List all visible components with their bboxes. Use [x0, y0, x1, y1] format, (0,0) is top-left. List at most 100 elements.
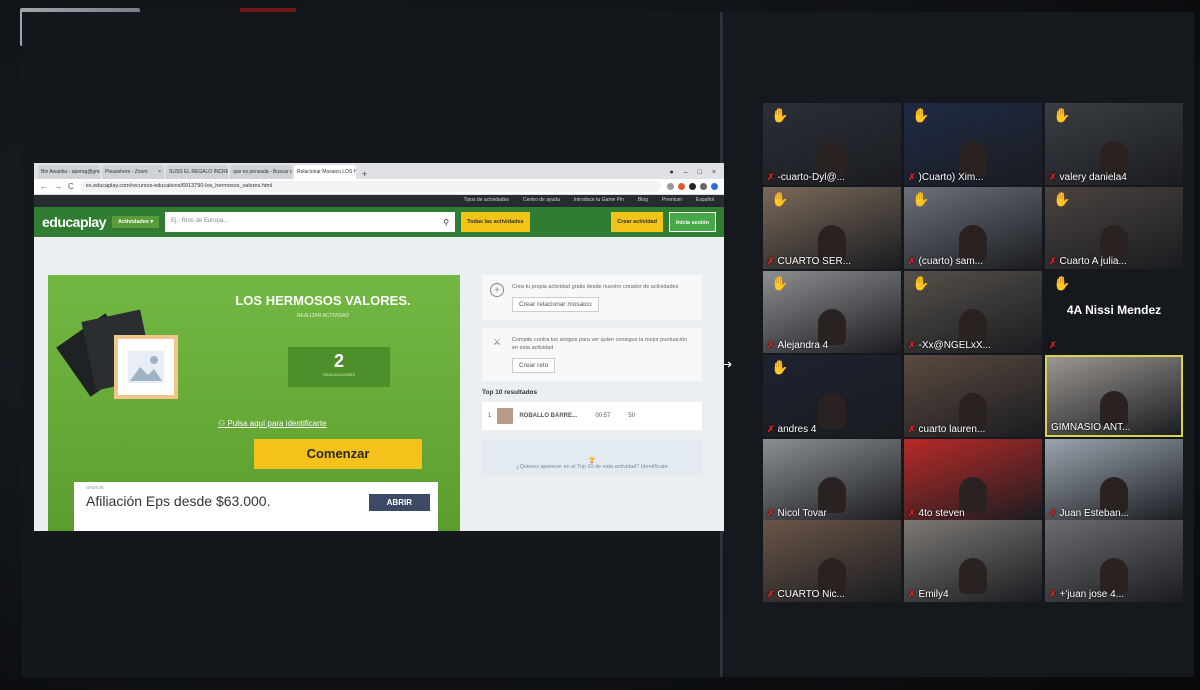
image-placeholder-icon: [114, 335, 178, 399]
participant-tile[interactable]: ✋ ✗ Cuarto A julia...: [1045, 187, 1183, 269]
participant-name: ✗ 4to steven: [908, 508, 965, 519]
search-icon[interactable]: ⚲: [443, 218, 449, 227]
participant-name: ✗ -Xx@NGELxX...: [908, 340, 991, 351]
participant-label: CUARTO SER...: [777, 256, 852, 267]
educaplay-top-nav: Tipos de actividades Centro de ayuda Int…: [34, 195, 724, 207]
participant-tile[interactable]: ✗ CUARTO Nic...: [763, 520, 901, 602]
nav-link[interactable]: Español: [696, 197, 714, 205]
challenge-card: ⚔ Compite contra tus amigos para ver qui…: [482, 328, 702, 381]
muted-mic-icon: ✗: [767, 256, 775, 266]
muted-mic-icon: ✗: [908, 589, 916, 599]
participant-label: +'juan jose 4...: [1059, 589, 1124, 600]
address-bar: ← → C es.educaplay.com/recursos-educativ…: [34, 179, 724, 195]
educaplay-logo[interactable]: educaplay: [42, 214, 106, 230]
participant-tile[interactable]: ✗ +'juan jose 4...: [1045, 520, 1183, 602]
extension-icon[interactable]: [689, 183, 696, 190]
nav-link[interactable]: Introduce tu Game Pin: [574, 197, 624, 205]
muted-mic-icon: ✗: [908, 256, 916, 266]
nav-link[interactable]: Premium: [662, 197, 682, 205]
nav-link[interactable]: Tipos de actividades: [463, 197, 508, 205]
participant-label: -Xx@NGELxX...: [918, 340, 991, 351]
muted-mic-icon: ✗: [908, 508, 916, 518]
menu-icon[interactable]: [700, 183, 707, 190]
plus-icon: +: [490, 283, 504, 297]
browser-tab[interactable]: SUSS EL REGALO INCREIBLE×: [166, 165, 228, 179]
browser-tab-active[interactable]: Relacionar Mosaico LOS HER...×: [294, 165, 356, 179]
login-button[interactable]: Inicia sesión: [668, 212, 716, 232]
swords-icon: ⚔: [492, 337, 502, 347]
raised-hand-icon: ✋: [912, 191, 930, 207]
muted-mic-icon: ✗: [767, 424, 775, 434]
game-title: LOS HERMOSOS VALORES.: [235, 293, 411, 308]
user-icon: ⚇: [218, 419, 228, 428]
participant-tile[interactable]: ✋ ✗ (cuarto) sam...: [904, 187, 1042, 269]
muted-mic-icon: ✗: [1049, 340, 1057, 350]
search-input[interactable]: Ej.: Ríos de Europa... ⚲: [165, 212, 456, 232]
participant-tile[interactable]: ✋ ✗ -Xx@NGELxX...: [904, 271, 1042, 353]
participant-label: Alejandra 4: [777, 340, 829, 351]
create-activity-button[interactable]: Crear actividad: [611, 212, 663, 232]
star-icon[interactable]: [667, 183, 674, 190]
avatar[interactable]: [711, 183, 718, 190]
nav-link[interactable]: Blog: [638, 197, 648, 205]
participant-name-large: 4A Nissi Mendez: [1066, 303, 1162, 317]
participant-tile[interactable]: ✋ ✗ andres 4: [763, 355, 901, 437]
participant-label: 4to steven: [918, 508, 965, 519]
extension-icons: [667, 183, 718, 190]
back-icon[interactable]: ←: [40, 182, 48, 191]
forward-icon[interactable]: →: [54, 182, 62, 191]
start-button[interactable]: Comenzar: [254, 439, 422, 469]
extension-icon[interactable]: [678, 183, 685, 190]
profile-icon[interactable]: ●: [670, 169, 674, 176]
nav-link[interactable]: Centro de ayuda: [523, 197, 560, 205]
browser-tab[interactable]: Pleasehere - Zoom ×: [102, 165, 164, 179]
participant-tile[interactable]: ✋ ✗ -cuarto-Dyl@...: [763, 103, 901, 185]
new-tab-button[interactable]: +: [358, 169, 371, 179]
muted-mic-icon: ✗: [908, 424, 916, 434]
participant-label: )Cuarto) Xim...: [918, 172, 984, 183]
participant-name: ✗ -cuarto-Dyl@...: [767, 172, 845, 183]
side-panel: + Crea tu propia actividad gratis desde …: [482, 275, 702, 476]
participant-name: ✗ Cuarto A julia...: [1049, 256, 1127, 267]
muted-mic-icon: ✗: [908, 172, 916, 182]
participant-name: ✗ Juan Esteban...: [1049, 508, 1129, 519]
participant-tile[interactable]: ✋ ✗)Cuarto) Xim...: [904, 103, 1042, 185]
attempts-counter: 2 REALIZACIONES: [288, 347, 390, 387]
minimize-icon[interactable]: –: [684, 169, 688, 176]
educaplay-content: LOS HERMOSOS VALORES. REALIZAR ACTIVIDAD…: [34, 237, 724, 531]
muted-mic-icon: ✗: [908, 340, 916, 350]
ad-banner[interactable]: anuncio Afiliación Eps desde $63.000. AB…: [74, 482, 438, 531]
muted-mic-icon: ✗: [1049, 172, 1057, 182]
participant-label: Juan Esteban...: [1059, 508, 1130, 519]
participant-tile[interactable]: ✗ cuarto lauren...: [904, 355, 1042, 437]
participant-tile[interactable]: ✋ ✗ CUARTO SER...: [763, 187, 901, 269]
browser-window: Bin Awaebu - apereg@gmai...× Pleasehere …: [34, 163, 724, 531]
activities-dropdown[interactable]: Actividades ▾: [111, 216, 160, 228]
close-window-icon[interactable]: ×: [712, 169, 716, 176]
participant-tile[interactable]: ✋ 4A Nissi Mendez ✗: [1045, 271, 1183, 353]
participant-tile[interactable]: ✗ Juan Esteban...: [1045, 439, 1183, 521]
create-mosaic-button[interactable]: Crear relacionar mosaico: [512, 297, 599, 312]
maximize-icon[interactable]: □: [698, 169, 702, 176]
participant-tile[interactable]: ✗ 4to steven: [904, 439, 1042, 521]
ad-open-button[interactable]: ABRIR: [368, 494, 430, 511]
url-input[interactable]: es.educaplay.com/recursos-educativos/691…: [79, 181, 661, 192]
create-challenge-button[interactable]: Crear reto: [512, 358, 556, 373]
participant-tile[interactable]: ✗ Nicol Tovar: [763, 439, 901, 521]
participant-tile[interactable]: ✋ ✗ valery daniela4: [1045, 103, 1183, 185]
participant-tile[interactable]: ✋ ✗ Alejandra 4: [763, 271, 901, 353]
participant-label: CUARTO Nic...: [777, 589, 845, 600]
participant-label: valery daniela4: [1059, 172, 1127, 183]
participant-label: cuarto lauren...: [918, 424, 986, 435]
browser-tab[interactable]: que es pensada - Buscar con...×: [230, 165, 292, 179]
participant-name: ✗ Alejandra 4: [767, 340, 828, 351]
reload-icon[interactable]: C: [68, 182, 74, 191]
participant-tile[interactable]: ✗ Emily4: [904, 520, 1042, 602]
close-tab-icon[interactable]: ×: [158, 169, 161, 179]
participant-tile[interactable]: GIMNASIO ANT...: [1045, 355, 1183, 437]
browser-tab[interactable]: Bin Awaebu - apereg@gmai...×: [38, 165, 100, 179]
table-row: 1 ROBALLO BARRE... 00:57 50: [482, 402, 702, 430]
all-activities-button[interactable]: Todas las actividades: [461, 212, 530, 232]
identify-link[interactable]: ⚇ Pulsa aquí para identificarte: [218, 419, 468, 428]
participant-label: Cuarto A julia...: [1059, 256, 1127, 267]
